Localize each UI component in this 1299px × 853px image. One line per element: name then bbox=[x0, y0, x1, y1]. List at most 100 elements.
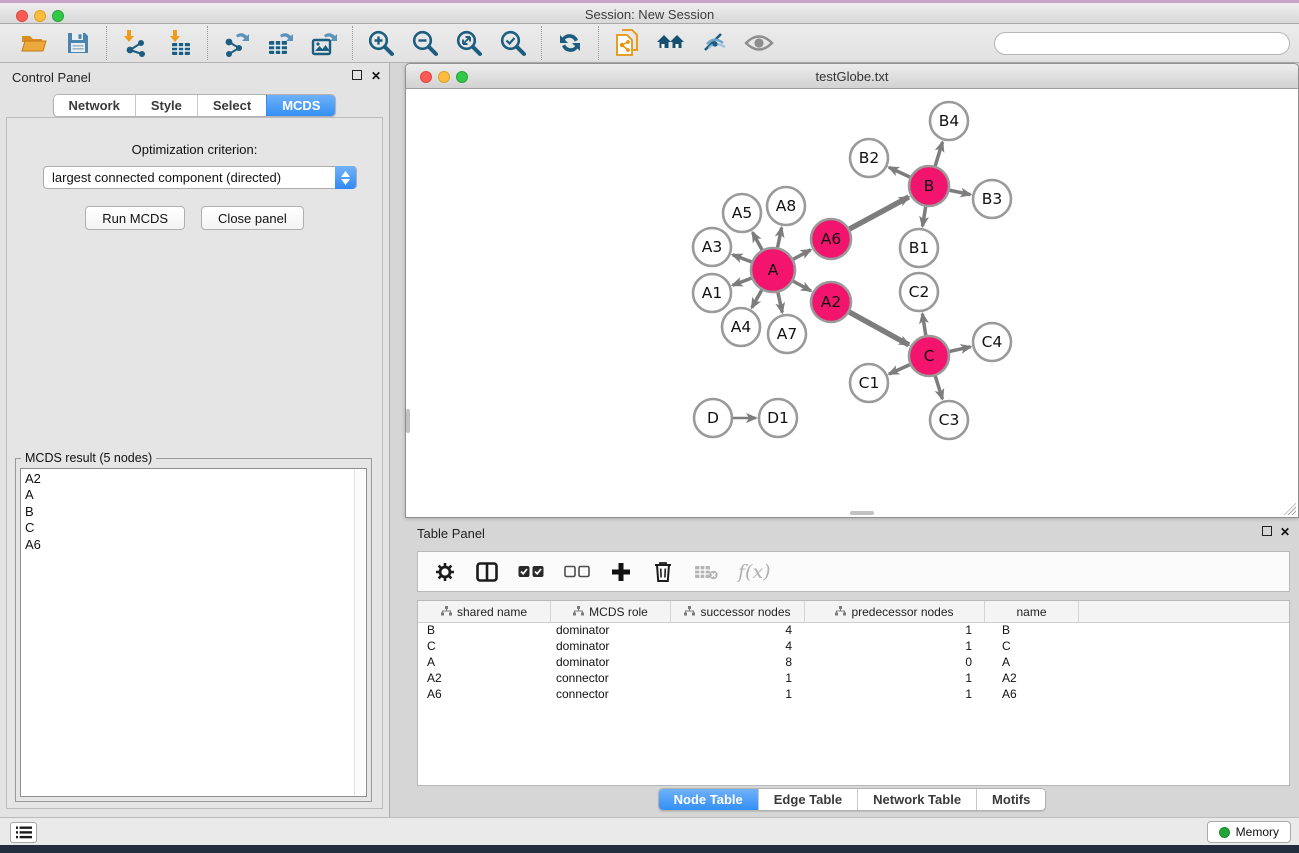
table-cell[interactable]: B bbox=[418, 623, 551, 639]
table-cell[interactable]: A2 bbox=[418, 671, 551, 687]
tab-node-table[interactable]: Node Table bbox=[659, 789, 758, 810]
mcds-result-item[interactable]: C bbox=[25, 520, 366, 536]
edge-A-A3[interactable] bbox=[733, 255, 752, 262]
edge-A-A6[interactable] bbox=[793, 250, 810, 259]
node-A8[interactable]: A8 bbox=[767, 187, 805, 225]
criterion-dropdown[interactable]: largest connected component (directed) bbox=[43, 166, 357, 189]
table-row[interactable]: A2connector11A2 bbox=[418, 671, 1289, 687]
zoom-out-icon[interactable] bbox=[410, 28, 440, 58]
network-hscrollbar[interactable] bbox=[850, 511, 874, 515]
edge-C-C1[interactable] bbox=[889, 365, 910, 374]
export-image-icon[interactable] bbox=[309, 28, 339, 58]
edge-C-C2[interactable] bbox=[922, 314, 925, 336]
table-cell[interactable]: 1 bbox=[805, 623, 985, 639]
float-panel-icon[interactable] bbox=[352, 69, 362, 83]
tab-network-table[interactable]: Network Table bbox=[857, 789, 976, 810]
network-vscrollbar[interactable] bbox=[406, 409, 410, 433]
table-close-icon[interactable]: ✕ bbox=[1280, 525, 1290, 539]
table-cell[interactable]: 1 bbox=[805, 687, 985, 703]
table-cell[interactable]: C bbox=[418, 639, 551, 655]
zoom-in-icon[interactable] bbox=[366, 28, 396, 58]
column-header-predecessor-nodes[interactable]: predecessor nodes bbox=[805, 601, 985, 622]
node-D1[interactable]: D1 bbox=[759, 399, 797, 437]
search-input[interactable] bbox=[994, 32, 1290, 55]
node-A5[interactable]: A5 bbox=[723, 194, 761, 232]
close-panel-button[interactable]: Close panel bbox=[201, 206, 304, 230]
edge-C-C4[interactable] bbox=[949, 347, 970, 352]
node-C2[interactable]: C2 bbox=[900, 273, 938, 311]
edge-B-B4[interactable] bbox=[935, 142, 942, 166]
table-row[interactable]: Adominator80A bbox=[418, 655, 1289, 671]
node-D[interactable]: D bbox=[694, 399, 732, 437]
table-cell[interactable]: B bbox=[985, 623, 1079, 639]
open-folder-icon[interactable] bbox=[19, 28, 49, 58]
edge-B-B3[interactable] bbox=[950, 190, 971, 194]
edge-B-B1[interactable] bbox=[923, 207, 926, 227]
import-table-icon[interactable] bbox=[164, 28, 194, 58]
node-A7[interactable]: A7 bbox=[768, 315, 806, 353]
node-B[interactable]: B bbox=[909, 166, 949, 206]
node-A6[interactable]: A6 bbox=[811, 219, 851, 259]
refresh-icon[interactable] bbox=[555, 28, 585, 58]
node-A1[interactable]: A1 bbox=[693, 274, 731, 312]
table-cell[interactable]: connector bbox=[551, 687, 671, 703]
table-cell[interactable]: 0 bbox=[805, 655, 985, 671]
delete-table-icon[interactable] bbox=[694, 559, 718, 585]
result-scrollbar[interactable] bbox=[354, 470, 365, 795]
table-cell[interactable]: dominator bbox=[551, 623, 671, 639]
edge-A2-C[interactable] bbox=[849, 312, 908, 345]
edge-A-A5[interactable] bbox=[753, 232, 763, 249]
table-cell[interactable]: dominator bbox=[551, 639, 671, 655]
function-icon[interactable]: f(x) bbox=[738, 559, 771, 585]
node-A4[interactable]: A4 bbox=[722, 308, 760, 346]
export-network-icon[interactable] bbox=[221, 28, 251, 58]
run-mcds-button[interactable]: Run MCDS bbox=[85, 206, 185, 230]
table-cell[interactable]: 4 bbox=[671, 623, 805, 639]
table-cell[interactable]: 1 bbox=[671, 687, 805, 703]
unchecked-boxes-icon[interactable] bbox=[564, 559, 590, 585]
table-cell[interactable]: A6 bbox=[985, 687, 1079, 703]
memory-button[interactable]: Memory bbox=[1207, 821, 1291, 843]
tab-edge-table[interactable]: Edge Table bbox=[758, 789, 857, 810]
tab-motifs[interactable]: Motifs bbox=[976, 789, 1045, 810]
tab-style[interactable]: Style bbox=[135, 95, 197, 116]
node-C1[interactable]: C1 bbox=[850, 364, 888, 402]
node-table[interactable]: shared nameMCDS rolesuccessor nodesprede… bbox=[417, 600, 1290, 786]
edge-A-A8[interactable] bbox=[778, 228, 782, 248]
import-network-icon[interactable] bbox=[120, 28, 150, 58]
node-C3[interactable]: C3 bbox=[930, 401, 968, 439]
tab-select[interactable]: Select bbox=[197, 95, 266, 116]
column-header-MCDS-role[interactable]: MCDS role bbox=[551, 601, 671, 622]
edge-A-A4[interactable] bbox=[752, 290, 762, 308]
mcds-result-list[interactable]: A2ABCA6 bbox=[20, 468, 367, 797]
table-cell[interactable]: 8 bbox=[671, 655, 805, 671]
table-cell[interactable]: dominator bbox=[551, 655, 671, 671]
node-B4[interactable]: B4 bbox=[930, 102, 968, 140]
table-cell[interactable]: 1 bbox=[805, 671, 985, 687]
table-row[interactable]: Bdominator41B bbox=[418, 623, 1289, 639]
table-cell[interactable]: A6 bbox=[418, 687, 551, 703]
column-header-shared-name[interactable]: shared name bbox=[418, 601, 551, 622]
checked-boxes-icon[interactable] bbox=[518, 559, 544, 585]
table-cell[interactable]: 1 bbox=[805, 639, 985, 655]
node-table-header[interactable]: shared nameMCDS rolesuccessor nodesprede… bbox=[418, 601, 1289, 623]
columns-icon[interactable] bbox=[476, 559, 498, 585]
node-B1[interactable]: B1 bbox=[900, 229, 938, 267]
column-header-successor-nodes[interactable]: successor nodes bbox=[671, 601, 805, 622]
table-float-icon[interactable] bbox=[1262, 525, 1272, 539]
close-panel-icon[interactable]: ✕ bbox=[371, 69, 381, 83]
edge-A6-B[interactable] bbox=[849, 197, 908, 229]
edge-A-A1[interactable] bbox=[733, 278, 752, 285]
mcds-result-item[interactable]: A bbox=[25, 487, 366, 503]
edge-B-B2[interactable] bbox=[889, 167, 910, 177]
resize-grip-icon[interactable] bbox=[1284, 503, 1296, 515]
edge-C-C3[interactable] bbox=[935, 376, 942, 399]
eye-icon[interactable] bbox=[744, 28, 774, 58]
save-floppy-icon[interactable] bbox=[63, 28, 93, 58]
node-C4[interactable]: C4 bbox=[973, 323, 1011, 361]
mcds-result-item[interactable]: B bbox=[25, 504, 366, 520]
table-row[interactable]: Cdominator41C bbox=[418, 639, 1289, 655]
gear-icon[interactable] bbox=[434, 559, 456, 585]
node-C[interactable]: C bbox=[909, 336, 949, 376]
add-icon[interactable] bbox=[610, 559, 632, 585]
